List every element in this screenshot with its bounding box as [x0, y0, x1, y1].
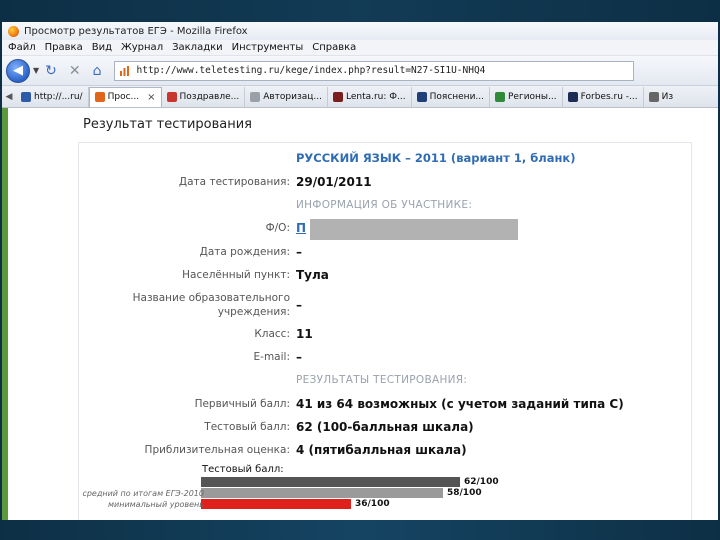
email-value: –	[296, 350, 302, 364]
tab-6[interactable]: Пояснени...	[412, 86, 490, 107]
fio-link[interactable]: П	[296, 221, 306, 235]
menu-help[interactable]: Справка	[312, 42, 356, 53]
tab-3[interactable]: Поздравле...	[162, 86, 246, 107]
tab-favicon-icon	[21, 91, 31, 102]
school-value: –	[296, 298, 302, 312]
menu-bookmarks[interactable]: Закладки	[172, 42, 223, 53]
tab-favicon-icon	[332, 91, 343, 102]
tab-label: Из	[661, 91, 674, 102]
test-score-label: Тестовый балл:	[204, 421, 290, 433]
reload-icon[interactable]: ↻	[45, 63, 57, 79]
score-bar-2	[201, 488, 443, 498]
score-bar-label-1: 62/100	[464, 477, 499, 487]
estimated-grade-label: Приблизительная оценка:	[144, 444, 290, 456]
slide-frame-bottom	[0, 520, 720, 540]
menu-bar: Файл Правка Вид Журнал Закладки Инструме…	[2, 40, 718, 56]
menu-file[interactable]: Файл	[8, 42, 36, 53]
tab-favicon-icon	[416, 91, 427, 102]
left-accent-strip	[2, 108, 8, 520]
participant-section-title: ИНФОРМАЦИЯ ОБ УЧАСТНИКЕ:	[296, 199, 473, 211]
estimated-grade-value: 4 (пятибалльная шкала)	[296, 443, 467, 457]
tab-label: Регионы...	[508, 91, 557, 102]
url-text: http://www.teletesting.ru/kege/index.php…	[136, 65, 486, 76]
subject-title: РУССКИЙ ЯЗЫК – 2011 (вариант 1, бланк)	[296, 151, 576, 165]
birth-date-label: Дата рождения:	[199, 246, 290, 258]
birth-date-value: –	[296, 245, 302, 259]
chart-title: Тестовый балл:	[202, 464, 284, 475]
tab-close-icon[interactable]: ×	[147, 92, 155, 103]
tab-favicon-icon	[495, 91, 505, 102]
tab-1[interactable]: http://...ru/	[16, 86, 89, 107]
tab-2-active[interactable]: Прос... ×	[88, 86, 162, 107]
tab-5[interactable]: Lenta.ru: Ф...	[328, 86, 412, 107]
stop-icon[interactable]: ✕	[69, 63, 81, 79]
score-bar-label-2: 58/100	[447, 488, 482, 498]
menu-history[interactable]: Журнал	[121, 42, 163, 53]
results-section-title: РЕЗУЛЬТАТЫ ТЕСТИРОВАНИЯ:	[296, 374, 468, 386]
tab-9[interactable]: Из	[644, 87, 679, 107]
slide-frame-top	[0, 0, 720, 22]
menu-tools[interactable]: Инструменты	[232, 42, 304, 53]
navigation-bar: ◀ ▼ ↻ ✕ ⌂ http://www.teletesting.ru/kege…	[2, 56, 718, 86]
redacted-name-block	[310, 219, 518, 240]
tab-8[interactable]: Forbes.ru -...	[563, 86, 644, 107]
email-label: E-mail:	[253, 351, 290, 363]
home-icon[interactable]: ⌂	[93, 63, 102, 79]
tab-label: Прос...	[107, 92, 140, 102]
back-button[interactable]: ◀	[6, 58, 30, 83]
test-score-value: 62 (100-балльная шкала)	[296, 420, 474, 434]
score-bar-caption-2: средний по итогам ЕГЭ-2010	[82, 489, 204, 498]
tab-label: http://...ru/	[34, 91, 83, 102]
primary-score-label: Первичный балл:	[194, 398, 290, 410]
back-arrow-icon: ◀	[13, 63, 23, 78]
primary-score-value: 41 из 64 возможных (с учетом заданий тип…	[296, 397, 624, 411]
site-favicon-icon	[119, 65, 129, 76]
page-content: Результат тестирования	[2, 108, 718, 520]
score-bar-label-3: 36/100	[355, 499, 390, 509]
school-label-line2: учреждения:	[217, 306, 290, 318]
tab-label: Forbes.ru -...	[580, 91, 638, 102]
score-bar-caption-3: минимальный уровень	[107, 500, 204, 509]
tab-4[interactable]: Авторизац...	[245, 86, 328, 107]
tab-label: Lenta.ru: Ф...	[345, 91, 406, 102]
history-dropdown-icon[interactable]: ▼	[33, 66, 39, 75]
tab-label: Пояснени...	[429, 91, 484, 102]
school-label-line1: Название образовательного	[132, 292, 290, 304]
tabs-scroll-left-icon[interactable]: ◀	[2, 92, 16, 102]
grade-label: Класс:	[254, 328, 290, 340]
tab-label: Поздравле...	[179, 91, 240, 102]
tab-7[interactable]: Регионы...	[490, 86, 563, 107]
test-date-value: 29/01/2011	[296, 175, 372, 189]
title-bar: Просмотр результатов ЕГЭ - Mozilla Firef…	[2, 22, 718, 40]
test-date-label: Дата тестирования:	[178, 176, 290, 188]
menu-edit[interactable]: Правка	[45, 42, 83, 53]
tab-label: Авторизац...	[263, 91, 322, 102]
url-bar[interactable]: http://www.teletesting.ru/kege/index.php…	[113, 60, 634, 81]
score-bar-3	[201, 499, 351, 509]
score-bar-1	[201, 477, 460, 487]
page-title: Результат тестирования	[83, 117, 252, 132]
tab-favicon-icon	[250, 91, 261, 102]
firefox-icon	[8, 25, 19, 37]
fio-label: Ф/О:	[265, 222, 290, 234]
tab-favicon-icon	[166, 91, 177, 102]
tab-bar: ◀ http://...ru/ Прос... × Поздравле... А…	[2, 86, 718, 108]
window-title: Просмотр результатов ЕГЭ - Mozilla Firef…	[24, 25, 248, 37]
tab-favicon-icon	[94, 92, 105, 102]
grade-value: 11	[296, 327, 313, 341]
tab-favicon-icon	[567, 91, 578, 102]
city-label: Населённый пункт:	[182, 269, 290, 281]
city-value: Тула	[296, 268, 329, 282]
tab-favicon-icon	[648, 91, 659, 102]
menu-view[interactable]: Вид	[92, 42, 112, 53]
